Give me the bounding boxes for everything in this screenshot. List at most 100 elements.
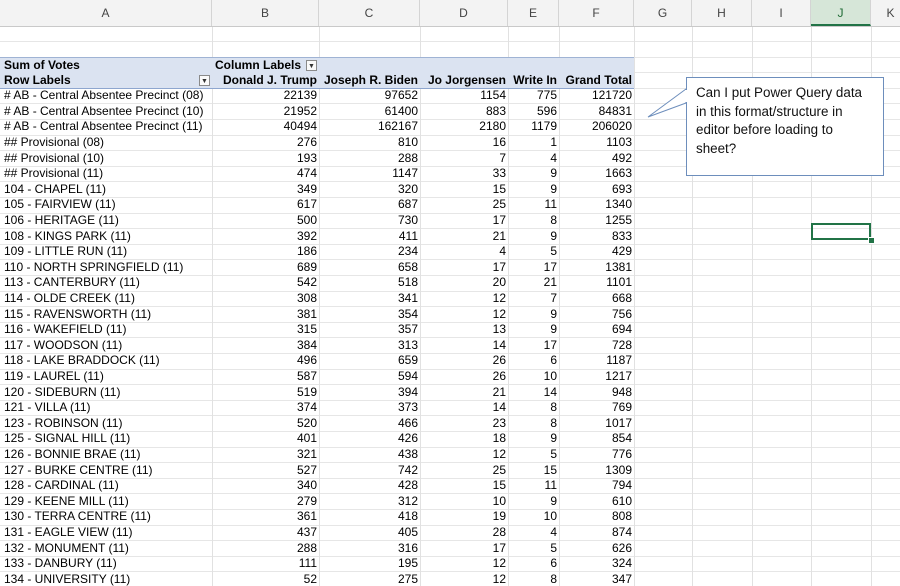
write-in-votes[interactable]: 9 — [508, 229, 559, 245]
jorgensen-votes[interactable]: 12 — [420, 291, 508, 307]
write-in-votes[interactable]: 14 — [508, 385, 559, 401]
jorgensen-votes[interactable]: 20 — [420, 275, 508, 291]
jorgensen-votes[interactable]: 19 — [420, 509, 508, 525]
jorgensen-votes[interactable]: 17 — [420, 541, 508, 557]
biden-votes[interactable]: 61400 — [319, 104, 420, 120]
precinct-name[interactable]: 121 - VILLA (11) — [4, 400, 212, 416]
jorgensen-votes[interactable]: 26 — [420, 353, 508, 369]
trump-votes[interactable]: 384 — [212, 338, 319, 354]
grand-total[interactable]: 874 — [559, 525, 634, 541]
precinct-name[interactable]: 131 - EAGLE VIEW (11) — [4, 525, 212, 541]
jorgensen-votes[interactable]: 25 — [420, 463, 508, 479]
biden-votes[interactable]: 275 — [319, 572, 420, 586]
precinct-name[interactable]: 105 - FAIRVIEW (11) — [4, 197, 212, 213]
write-in-votes[interactable]: 9 — [508, 494, 559, 510]
grand-total[interactable]: 347 — [559, 572, 634, 586]
jorgensen-votes[interactable]: 17 — [420, 213, 508, 229]
biden-votes[interactable]: 428 — [319, 478, 420, 494]
trump-votes[interactable]: 193 — [212, 151, 319, 167]
biden-votes[interactable]: 418 — [319, 509, 420, 525]
write-in-votes[interactable]: 8 — [508, 400, 559, 416]
grand-total[interactable]: 728 — [559, 338, 634, 354]
precinct-name[interactable]: 128 - CARDINAL (11) — [4, 478, 212, 494]
write-in-votes[interactable]: 1 — [508, 135, 559, 151]
jorgensen-votes[interactable]: 4 — [420, 244, 508, 260]
column-header-g[interactable]: G — [634, 0, 692, 26]
jorgensen-votes[interactable]: 10 — [420, 494, 508, 510]
write-in-votes[interactable]: 9 — [508, 182, 559, 198]
trump-votes[interactable]: 527 — [212, 463, 319, 479]
column-labels-filter-icon[interactable]: ▼ — [306, 60, 317, 71]
comment-callout[interactable]: Can I put Power Query data in this forma… — [686, 77, 884, 176]
precinct-name[interactable]: 117 - WOODSON (11) — [4, 338, 212, 354]
trump-votes[interactable]: 340 — [212, 478, 319, 494]
grand-total[interactable]: 610 — [559, 494, 634, 510]
write-in-votes[interactable]: 596 — [508, 104, 559, 120]
jorgensen-votes[interactable]: 26 — [420, 369, 508, 385]
biden-votes[interactable]: 658 — [319, 260, 420, 276]
jorgensen-votes[interactable]: 1154 — [420, 88, 508, 104]
trump-votes[interactable]: 276 — [212, 135, 319, 151]
fill-handle[interactable] — [868, 237, 875, 244]
column-header-a[interactable]: A — [0, 0, 212, 26]
biden-votes[interactable]: 313 — [319, 338, 420, 354]
grand-total[interactable]: 668 — [559, 291, 634, 307]
jorgensen-votes[interactable]: 13 — [420, 322, 508, 338]
biden-votes[interactable]: 341 — [319, 291, 420, 307]
cell-grid[interactable]: Sum of Votes Column Labels ▼ Row Labels … — [0, 27, 900, 586]
trump-votes[interactable]: 392 — [212, 229, 319, 245]
biden-votes[interactable]: 426 — [319, 431, 420, 447]
jorgensen-votes[interactable]: 12 — [420, 307, 508, 323]
precinct-name[interactable]: # AB - Central Absentee Precinct (11) — [4, 119, 212, 135]
grand-total[interactable]: 1103 — [559, 135, 634, 151]
column-header-i[interactable]: I — [752, 0, 811, 26]
precinct-name[interactable]: 113 - CANTERBURY (11) — [4, 275, 212, 291]
precinct-name[interactable]: 109 - LITTLE RUN (11) — [4, 244, 212, 260]
grand-total[interactable]: 1309 — [559, 463, 634, 479]
biden-votes[interactable]: 357 — [319, 322, 420, 338]
write-in-votes[interactable]: 17 — [508, 260, 559, 276]
trump-votes[interactable]: 315 — [212, 322, 319, 338]
write-in-votes[interactable]: 21 — [508, 275, 559, 291]
write-in-votes[interactable]: 6 — [508, 556, 559, 572]
precinct-name[interactable]: 125 - SIGNAL HILL (11) — [4, 431, 212, 447]
column-header-d[interactable]: D — [420, 0, 508, 26]
trump-votes[interactable]: 542 — [212, 275, 319, 291]
jorgensen-votes[interactable]: 23 — [420, 416, 508, 432]
write-in-votes[interactable]: 9 — [508, 166, 559, 182]
precinct-name[interactable]: 130 - TERRA CENTRE (11) — [4, 509, 212, 525]
jorgensen-votes[interactable]: 883 — [420, 104, 508, 120]
trump-votes[interactable]: 22139 — [212, 88, 319, 104]
grand-total[interactable]: 429 — [559, 244, 634, 260]
column-header-b[interactable]: B — [212, 0, 319, 26]
write-in-votes[interactable]: 5 — [508, 541, 559, 557]
precinct-name[interactable]: 127 - BURKE CENTRE (11) — [4, 463, 212, 479]
precinct-name[interactable]: 126 - BONNIE BRAE (11) — [4, 447, 212, 463]
biden-votes[interactable]: 354 — [319, 307, 420, 323]
grand-total[interactable]: 769 — [559, 400, 634, 416]
write-in-votes[interactable]: 5 — [508, 244, 559, 260]
grand-total[interactable]: 776 — [559, 447, 634, 463]
column-header-h[interactable]: H — [692, 0, 752, 26]
biden-votes[interactable]: 234 — [319, 244, 420, 260]
column-header-c[interactable]: C — [319, 0, 420, 26]
biden-votes[interactable]: 438 — [319, 447, 420, 463]
jorgensen-votes[interactable]: 7 — [420, 151, 508, 167]
biden-votes[interactable]: 394 — [319, 385, 420, 401]
grand-total[interactable]: 1255 — [559, 213, 634, 229]
precinct-name[interactable]: 114 - OLDE CREEK (11) — [4, 291, 212, 307]
grand-total[interactable]: 694 — [559, 322, 634, 338]
jorgensen-votes[interactable]: 28 — [420, 525, 508, 541]
trump-votes[interactable]: 288 — [212, 541, 319, 557]
jorgensen-votes[interactable]: 16 — [420, 135, 508, 151]
precinct-name[interactable]: 120 - SIDEBURN (11) — [4, 385, 212, 401]
precinct-name[interactable]: ## Provisional (08) — [4, 135, 212, 151]
grand-total[interactable]: 693 — [559, 182, 634, 198]
trump-votes[interactable]: 496 — [212, 353, 319, 369]
trump-votes[interactable]: 52 — [212, 572, 319, 586]
precinct-name[interactable]: 123 - ROBINSON (11) — [4, 416, 212, 432]
write-in-votes[interactable]: 775 — [508, 88, 559, 104]
precinct-name[interactable]: # AB - Central Absentee Precinct (10) — [4, 104, 212, 120]
grand-total[interactable]: 121720 — [559, 88, 634, 104]
write-in-votes[interactable]: 9 — [508, 307, 559, 323]
